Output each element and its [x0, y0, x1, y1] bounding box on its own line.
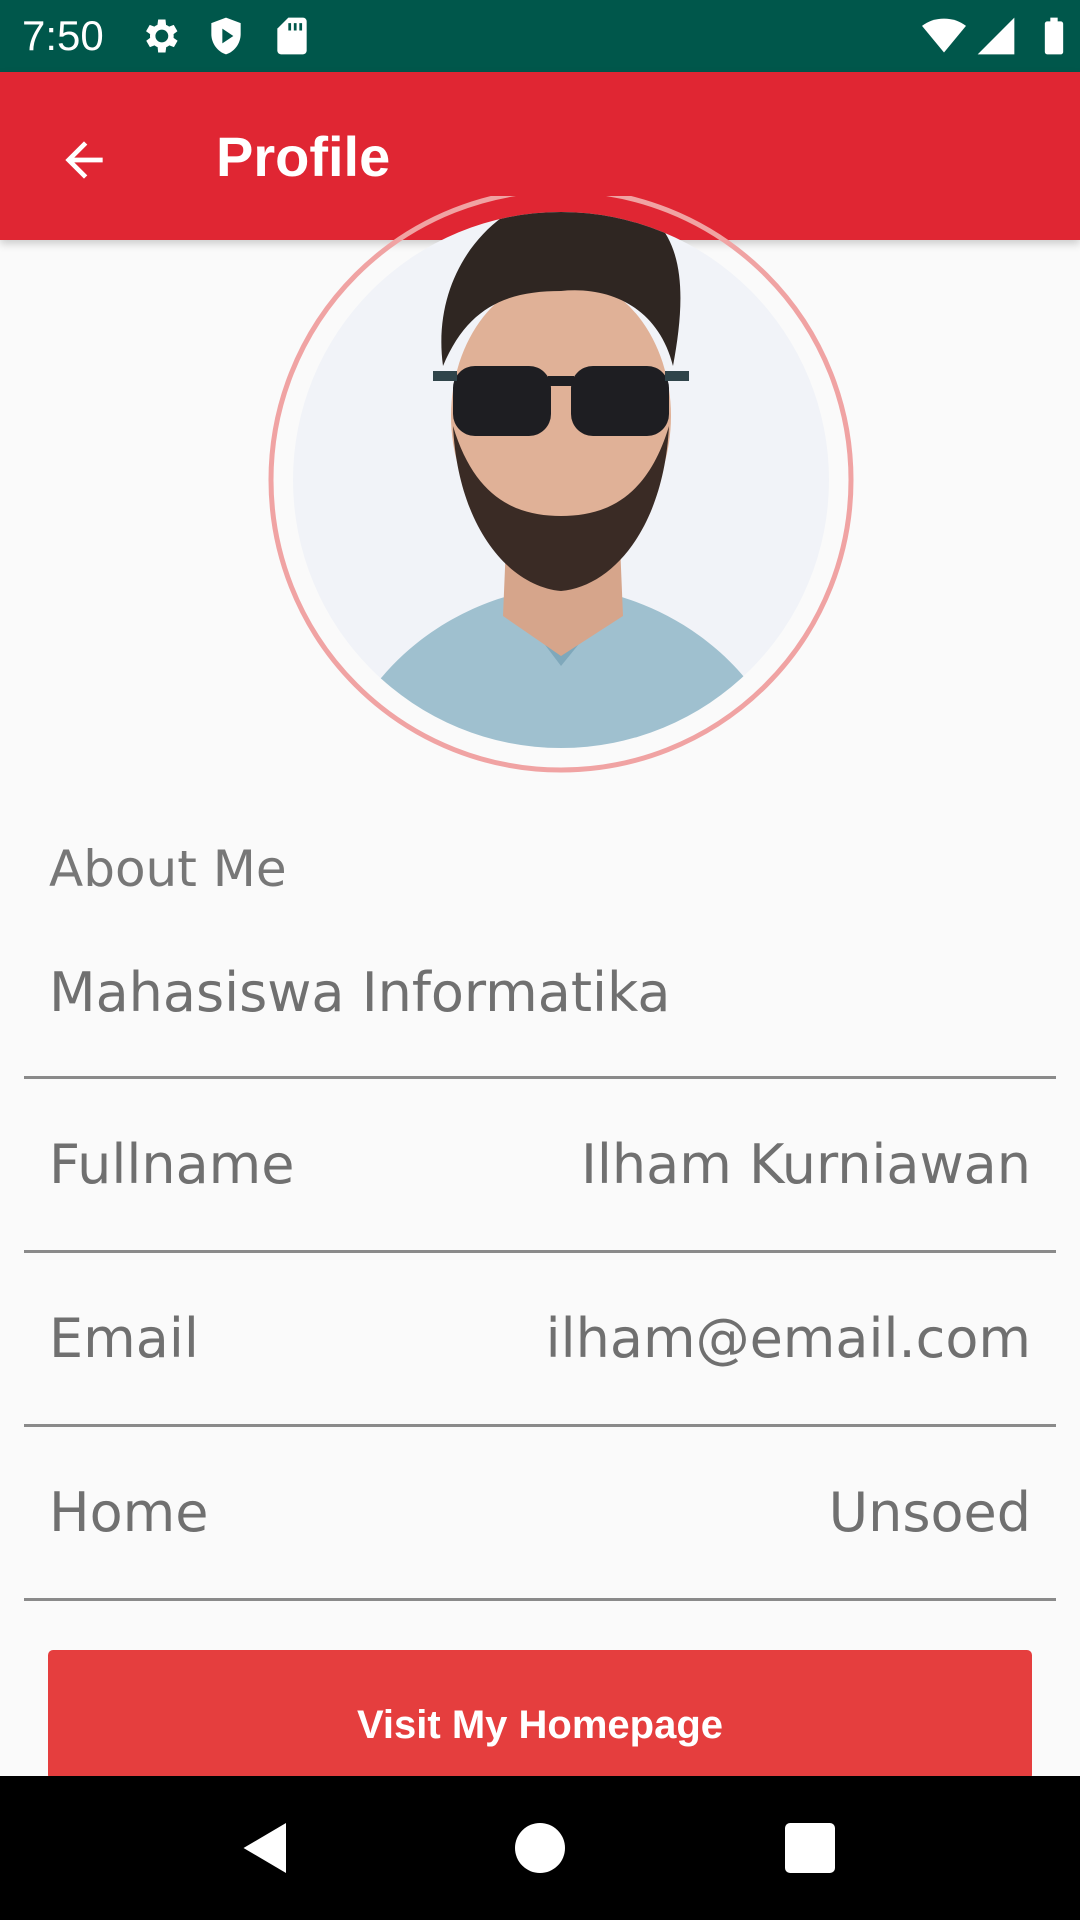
about-value: Mahasiswa Informatika [49, 961, 671, 1024]
back-triangle-icon[interactable] [236, 1818, 296, 1878]
play-protect-icon [211, 17, 241, 55]
email-value: ilham@email.com [545, 1307, 1031, 1370]
fullname-value: Ilham Kurniawan [580, 1133, 1031, 1196]
home-circle-icon[interactable] [510, 1818, 570, 1878]
about-label: About Me [49, 840, 287, 898]
avatar [268, 196, 854, 776]
gear-icon [146, 19, 178, 53]
divider [24, 1598, 1056, 1601]
email-label: Email [49, 1307, 199, 1370]
page-title: Profile [216, 125, 391, 188]
status-time: 7:50 [22, 12, 104, 59]
back-button[interactable] [40, 116, 128, 204]
wifi-icon [922, 18, 966, 53]
divider [24, 1076, 1056, 1079]
home-value: Unsoed [828, 1481, 1031, 1544]
sd-card-icon [277, 17, 307, 55]
visit-homepage-button[interactable]: Visit My Homepage [48, 1650, 1032, 1780]
status-bar: 7:50 [0, 0, 1080, 72]
arrow-back-icon [65, 141, 103, 179]
navigation-bar [0, 1776, 1080, 1920]
home-label: Home [49, 1481, 209, 1544]
signal-icon [977, 17, 1015, 55]
fullname-label: Fullname [49, 1133, 295, 1196]
divider [24, 1250, 1056, 1253]
battery-icon [1044, 17, 1064, 55]
visit-homepage-label: Visit My Homepage [356, 1702, 724, 1747]
recents-square-icon[interactable] [780, 1818, 840, 1878]
divider [24, 1424, 1056, 1427]
